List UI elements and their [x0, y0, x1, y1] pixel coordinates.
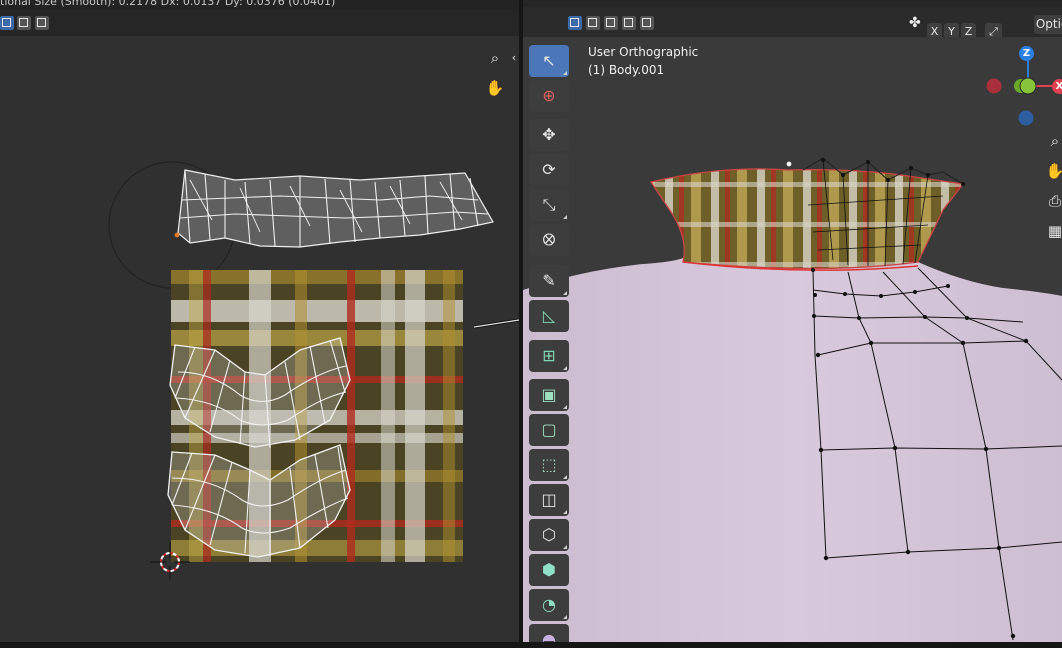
- transform-icon: ⭙: [542, 230, 556, 249]
- camera-icon[interactable]: ⎙: [1042, 188, 1062, 214]
- active-vertex: [786, 161, 792, 167]
- select-face-icon[interactable]: [35, 16, 49, 30]
- select-box-tool[interactable]: ↖: [529, 45, 569, 77]
- select-edge-icon[interactable]: [17, 16, 31, 30]
- spin-icon: ◔: [542, 595, 556, 614]
- viewport-header: ✤ X Y Z ⤢ Options: [523, 7, 1062, 40]
- uv-canvas[interactable]: [0, 36, 519, 642]
- 3d-viewport[interactable]: ✤ X Y Z ⤢ Options: [523, 0, 1062, 642]
- cursor-tool[interactable]: ⊕: [529, 80, 569, 112]
- select-edge-icon[interactable]: [586, 16, 600, 30]
- poly-build-tool[interactable]: ⬢: [529, 554, 569, 586]
- poly-build-icon: ⬢: [542, 560, 556, 579]
- gizmo-neg-x[interactable]: [986, 78, 1002, 94]
- zoom-icon[interactable]: ⌕: [1042, 128, 1062, 154]
- inset-tool[interactable]: ▢: [529, 414, 569, 446]
- extrude-icon: ▣: [541, 385, 557, 404]
- cursor-icon: ⊕: [542, 86, 556, 105]
- select-xray-icon[interactable]: [640, 16, 654, 30]
- loop-cut-tool[interactable]: ◫: [529, 484, 569, 516]
- measure-tool[interactable]: ◺: [529, 300, 569, 332]
- gizmo-x-label[interactable]: X: [1052, 79, 1062, 94]
- add-cube-icon: ⊞: [542, 346, 556, 365]
- bottom-bar: [0, 642, 1062, 648]
- scale-tool[interactable]: ⤡: [529, 189, 569, 221]
- uv-editor-header: [0, 10, 519, 36]
- move-icon: ✥: [542, 125, 556, 144]
- pan-hand-icon[interactable]: ✋: [1042, 158, 1062, 184]
- extrude-tool[interactable]: ▣: [529, 379, 569, 411]
- body-mesh: [523, 258, 1062, 642]
- measure-icon: ◺: [542, 306, 556, 325]
- uv-island-collar-strip[interactable]: [174, 169, 494, 248]
- options-dropdown[interactable]: Options: [1034, 15, 1062, 34]
- select-face-icon[interactable]: [604, 16, 618, 30]
- bevel-tool[interactable]: ⬚: [529, 449, 569, 481]
- move-tool[interactable]: ✥: [529, 119, 569, 151]
- rotate-tool[interactable]: ⟳: [529, 154, 569, 186]
- transform-status-bar: tional Size (Smooth): 0.2178 Dx: 0.0137 …: [0, 0, 519, 10]
- select-vertex-icon[interactable]: [568, 16, 582, 30]
- add-cube-tool[interactable]: ⊞: [529, 340, 569, 372]
- transform-line-inner: [473, 319, 519, 328]
- mirror-icon[interactable]: ✤: [909, 15, 921, 31]
- select-overlay-icon[interactable]: [622, 16, 636, 30]
- inset-icon: ▢: [541, 420, 557, 439]
- loop-cut-icon: ◫: [541, 490, 557, 509]
- select-box-icon: ↖: [542, 51, 556, 70]
- view-name-label: User Orthographic: [588, 45, 699, 59]
- viewport-canvas[interactable]: [523, 37, 1062, 642]
- uv-editor[interactable]: tional Size (Smooth): 0.2178 Dx: 0.0137 …: [0, 0, 519, 642]
- spin-tool[interactable]: ◔: [529, 589, 569, 621]
- select-vertex-icon[interactable]: [0, 16, 14, 30]
- knife-icon: ⬡: [542, 525, 556, 544]
- transform-tool[interactable]: ⭙: [529, 224, 569, 256]
- bevel-icon: ⬚: [541, 455, 557, 474]
- knife-tool[interactable]: ⬡: [529, 519, 569, 551]
- rotate-icon: ⟳: [542, 160, 556, 179]
- object-name-label: (1) Body.001: [588, 63, 665, 77]
- smooth-tool[interactable]: ◓: [529, 624, 569, 642]
- smooth-icon: ◓: [542, 630, 556, 642]
- transform-status-text: tional Size (Smooth): 0.2178 Dx: 0.0137 …: [0, 0, 336, 8]
- gizmo-neg-z[interactable]: [1018, 110, 1034, 126]
- viewport-header-top: [523, 0, 1062, 7]
- annotate-icon: ✎: [542, 271, 556, 290]
- scale-icon: ⤡: [542, 195, 556, 214]
- grid-icon[interactable]: ▦: [1042, 218, 1062, 244]
- annotate-tool[interactable]: ✎: [529, 265, 569, 297]
- gizmo-z-label[interactable]: Z: [1019, 46, 1034, 61]
